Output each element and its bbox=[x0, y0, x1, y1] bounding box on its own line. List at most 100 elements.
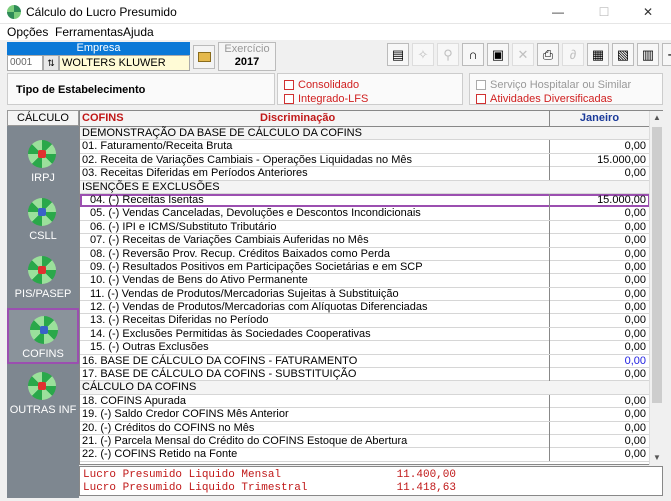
scroll-up-icon[interactable]: ▲ bbox=[650, 111, 664, 125]
delete-icon: ✕ bbox=[517, 47, 529, 62]
row-value-janeiro[interactable]: 15.000,00 bbox=[549, 193, 650, 207]
print-preview-button[interactable]: ▧ bbox=[612, 43, 634, 66]
empresa-header: Empresa bbox=[7, 42, 190, 55]
row-value-janeiro[interactable]: 0,00 bbox=[549, 140, 650, 154]
table-row[interactable]: 09. (-) Resultados Positivos em Particip… bbox=[80, 260, 650, 275]
table-row[interactable]: 02. Receita de Variações Cambiais - Oper… bbox=[80, 153, 650, 168]
row-label: 12. (-) Vendas de Produtos/Mercadorias c… bbox=[90, 301, 428, 314]
row-value-janeiro[interactable]: 0,00 bbox=[549, 327, 650, 341]
menu-opcoes[interactable]: Opções bbox=[7, 25, 48, 39]
table-row[interactable]: 06. (-) IPI e ICMS/Substituto Tributário… bbox=[80, 220, 650, 235]
top-panel: Empresa 0001 ⇅ WOLTERS KLUWER Exercício … bbox=[0, 40, 671, 72]
open-folder-button[interactable] bbox=[193, 45, 215, 69]
row-value-janeiro[interactable]: 0,00 bbox=[549, 207, 650, 221]
search-button[interactable]: ⚲ bbox=[437, 43, 459, 66]
consolidado-check-box[interactable] bbox=[284, 80, 294, 90]
table-row[interactable]: 15. (-) Outras Exclusões 0,00 bbox=[80, 341, 650, 355]
table-row[interactable]: 21. (-) Parcela Mensal do Crédito do COF… bbox=[80, 434, 650, 449]
row-value-janeiro[interactable]: 0,00 bbox=[549, 341, 650, 355]
row-value-janeiro[interactable]: 0,00 bbox=[549, 247, 650, 261]
table-row[interactable]: 11. (-) Vendas de Produtos/Mercadorias S… bbox=[80, 287, 650, 302]
vertical-scrollbar[interactable]: ▲ ▼ bbox=[649, 111, 663, 465]
table-row[interactable]: 19. (-) Saldo Credor COFINS Mês Anterior… bbox=[80, 408, 650, 422]
integrado-check-box[interactable] bbox=[284, 94, 294, 104]
nav-item-outrasinf[interactable]: OUTRAS INF bbox=[7, 366, 79, 422]
exercicio-value: 2017 bbox=[234, 56, 260, 68]
table-row[interactable]: 10. (-) Vendas de Bens do Ativo Permanen… bbox=[80, 274, 650, 288]
print-setup-button[interactable]: ▥ bbox=[637, 43, 659, 66]
estabelecimento-label: Tipo de Estabelecimento bbox=[16, 84, 146, 96]
menu-bar: Opções Ferramentas Ajuda bbox=[0, 24, 671, 40]
row-value-janeiro[interactable]: 0,00 bbox=[549, 287, 650, 301]
scroll-thumb[interactable] bbox=[652, 127, 662, 403]
headset-button[interactable]: ∩ bbox=[462, 43, 484, 66]
row-value-janeiro[interactable]: 0,00 bbox=[549, 234, 650, 248]
row-value-janeiro[interactable]: 0,00 bbox=[549, 260, 650, 274]
row-label: 19. (-) Saldo Credor COFINS Mês Anterior bbox=[82, 408, 289, 421]
row-value-janeiro[interactable]: 0,00 bbox=[549, 448, 650, 462]
delete-button[interactable]: ✕ bbox=[512, 43, 534, 66]
table-row[interactable]: 18. COFINS Apurada 0,00 bbox=[80, 394, 650, 409]
row-value-janeiro[interactable]: 0,00 bbox=[549, 394, 650, 408]
table-row[interactable]: 17. BASE DE CÁLCULO DA COFINS - SUBSTITU… bbox=[80, 368, 650, 382]
table-row[interactable]: 20. (-) Créditos do COFINS no Mês 0,00 bbox=[80, 421, 650, 435]
row-label: 02. Receita de Variações Cambiais - Oper… bbox=[82, 153, 412, 166]
row-value-janeiro[interactable]: 0,00 bbox=[549, 434, 650, 448]
table-row[interactable]: 22. (-) COFINS Retido na Fonte 0,00 bbox=[80, 448, 650, 462]
row-value-janeiro[interactable]: 0,00 bbox=[549, 314, 650, 328]
grid-header: COFINS Discriminação Janeiro bbox=[80, 111, 662, 127]
attach-button[interactable]: ∂ bbox=[562, 43, 584, 66]
table-row[interactable]: 03. Receitas Diferidas em Períodos Anter… bbox=[80, 167, 650, 181]
table-row[interactable]: 01. Faturamento/Receita Bruta 0,00 bbox=[80, 140, 650, 154]
row-value-janeiro[interactable]: 15.000,00 bbox=[549, 153, 650, 167]
empresa-spinner-button[interactable]: ⇅ bbox=[43, 55, 59, 71]
row-value-janeiro[interactable]: 0,00 bbox=[549, 274, 650, 288]
cofins-grid: COFINS Discriminação Janeiro DEMONSTRAÇÃ… bbox=[79, 110, 663, 465]
table-row[interactable]: 04. (-) Receitas Isentas 15.000,00 bbox=[80, 193, 650, 208]
empresa-code-field[interactable]: 0001 bbox=[7, 55, 43, 71]
row-label: 14. (-) Exclusões Permitidas às Sociedad… bbox=[90, 327, 371, 340]
table-row[interactable]: 13. (-) Receitas Diferidas no Período 0,0… bbox=[80, 314, 650, 328]
close-button[interactable]: ✕ bbox=[625, 0, 671, 24]
row-label: 07. (-) Receitas de Variações Cambiais A… bbox=[90, 234, 369, 247]
table-row[interactable]: 12. (-) Vendas de Produtos/Mercadorias c… bbox=[80, 301, 650, 315]
minimize-button[interactable]: — bbox=[535, 0, 581, 24]
summary-footer: Lucro Presumido Liquido Mensal 11.400,00… bbox=[79, 466, 663, 496]
row-label: 18. COFINS Apurada bbox=[82, 394, 186, 407]
table-row[interactable]: 05. (-) Vendas Canceladas, Devoluções e … bbox=[80, 207, 650, 221]
print-button[interactable]: ⎙ bbox=[537, 43, 559, 66]
servico-hospitalar-label: Serviço Hospitalar ou Similar bbox=[490, 79, 632, 91]
save-button[interactable]: ▣ bbox=[487, 43, 509, 66]
exit-button[interactable]: ⇥ bbox=[662, 43, 671, 66]
table-row[interactable]: 08. (-) Reversão Prov. Recup. Créditos B… bbox=[80, 247, 650, 261]
globe-dot bbox=[38, 382, 46, 390]
row-value-janeiro[interactable]: 0,00 bbox=[549, 421, 650, 435]
row-value-janeiro[interactable]: 0,00 bbox=[549, 354, 650, 368]
wand-button[interactable]: ✧ bbox=[412, 43, 434, 66]
row-value-janeiro[interactable]: 0,00 bbox=[549, 167, 650, 181]
row-value-janeiro[interactable]: 0,00 bbox=[549, 408, 650, 422]
document-button[interactable]: ▤ bbox=[387, 43, 409, 66]
exercicio-label: Exercício bbox=[224, 43, 270, 55]
menu-ajuda[interactable]: Ajuda bbox=[123, 25, 154, 39]
menu-ferramentas[interactable]: Ferramentas bbox=[55, 25, 123, 39]
options-group-1: Consolidado Integrado-LFS bbox=[277, 73, 463, 105]
table-row[interactable]: 16. BASE DE CÁLCULO DA COFINS - FATURAME… bbox=[80, 354, 650, 369]
scroll-down-icon[interactable]: ▼ bbox=[650, 451, 664, 465]
row-value-janeiro[interactable]: 0,00 bbox=[549, 368, 650, 382]
nav-item-irpj[interactable]: IRPJ bbox=[7, 134, 79, 190]
row-value-janeiro[interactable]: 0,00 bbox=[549, 220, 650, 234]
report-button[interactable]: ▦ bbox=[587, 43, 609, 66]
empresa-name-field[interactable]: WOLTERS KLUWER bbox=[59, 55, 190, 71]
maximize-button[interactable]: ☐ bbox=[581, 0, 627, 24]
table-row[interactable]: 07. (-) Receitas de Variações Cambiais A… bbox=[80, 234, 650, 248]
nav-item-cofins[interactable]: COFINS bbox=[7, 308, 79, 364]
atividades-check-box[interactable] bbox=[476, 94, 486, 104]
nav-item-pispasep[interactable]: PIS/PASEP bbox=[7, 250, 79, 306]
nav-item-csll[interactable]: CSLL bbox=[7, 192, 79, 248]
table-row[interactable]: 14. (-) Exclusões Permitidas às Sociedad… bbox=[80, 327, 650, 342]
row-label: 20. (-) Créditos do COFINS no Mês bbox=[82, 421, 255, 434]
row-label: 16. BASE DE CÁLCULO DA COFINS - FATURAME… bbox=[82, 354, 358, 367]
servico-hospitalar-check-box[interactable] bbox=[476, 80, 486, 90]
row-value-janeiro[interactable]: 0,00 bbox=[549, 301, 650, 315]
